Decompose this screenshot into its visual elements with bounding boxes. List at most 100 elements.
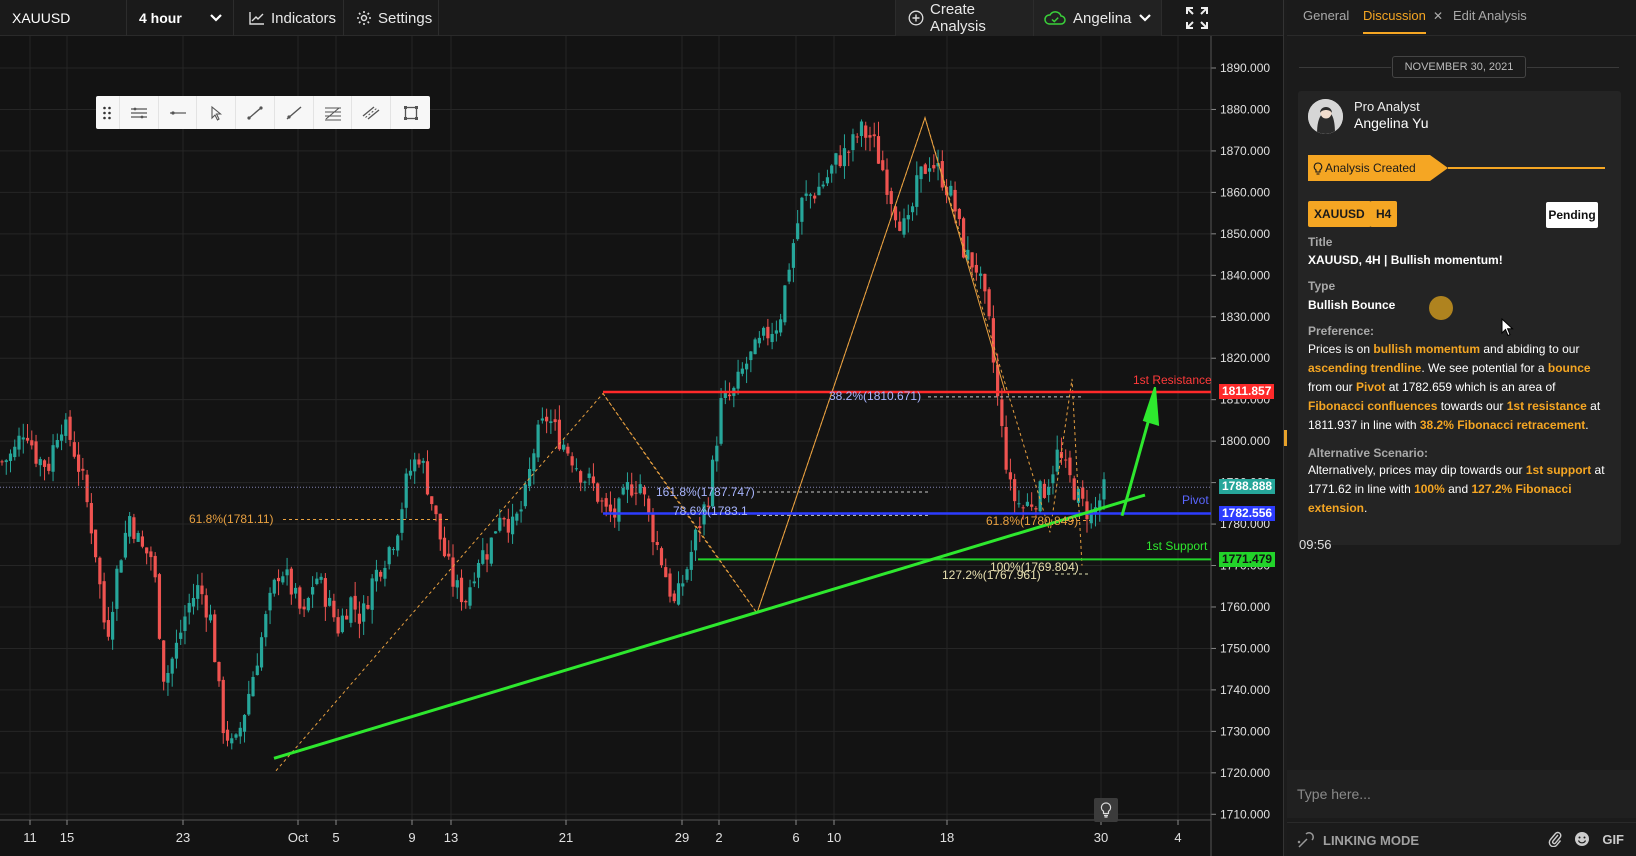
candle-body: [898, 221, 902, 231]
paperclip-icon[interactable]: [1548, 831, 1562, 847]
tab-discussion[interactable]: Discussion: [1363, 0, 1426, 34]
candle-body: [549, 421, 553, 424]
fullscreen-button[interactable]: [1162, 0, 1232, 36]
horizontal-ray-tool-icon[interactable]: [159, 96, 198, 129]
candle-body: [834, 153, 838, 165]
avatar: [1308, 99, 1343, 134]
candle-body: [813, 195, 817, 199]
candle-body: [13, 446, 17, 458]
tab-edit-analysis[interactable]: Edit Analysis: [1453, 0, 1527, 36]
channel-tool-icon[interactable]: [352, 96, 392, 129]
candle-body: [468, 587, 472, 606]
candle-body: [932, 165, 936, 169]
create-analysis-button[interactable]: Create Analysis: [895, 0, 1034, 36]
symbol-selector[interactable]: XAUUSD: [0, 0, 127, 36]
price-chart[interactable]: 1890.000 1880.000 1870.000 1860.000 1850.000…: [0, 36, 1283, 856]
candle-body: [672, 593, 676, 602]
preference-text: Prices is on bullish momentum and abidin…: [1308, 342, 1601, 432]
last-price-badge: 1788.888: [1219, 479, 1276, 494]
candle-body: [515, 513, 519, 521]
candle-body: [362, 603, 366, 622]
linking-mode-button[interactable]: LINKING MODE: [1297, 831, 1419, 849]
gif-button[interactable]: GIF: [1602, 832, 1624, 847]
candle-body: [906, 215, 910, 220]
candle-body: [451, 557, 455, 587]
x-tick-label: 2: [715, 830, 722, 845]
candle-body: [230, 738, 234, 744]
fib-label: 61.8%(1780.849): [986, 514, 1079, 528]
y-tick-label: 1850.000: [1220, 227, 1270, 241]
y-tick-label: 1760.000: [1220, 600, 1270, 614]
candle-body: [587, 473, 591, 478]
close-tab-icon[interactable]: ✕: [1433, 0, 1443, 36]
indicators-button[interactable]: Indicators: [234, 0, 344, 36]
candle-body: [540, 418, 544, 421]
x-tick-label: Oct: [288, 830, 309, 845]
candle-body: [272, 579, 276, 594]
author-name: Angelina Yu: [1354, 115, 1429, 131]
y-tick-label: 1840.000: [1220, 268, 1270, 282]
candle-body: [608, 504, 613, 512]
x-tick-label: 15: [60, 830, 74, 845]
user-menu[interactable]: Angelina: [1034, 0, 1162, 36]
tab-general[interactable]: General: [1303, 0, 1349, 36]
candle-body: [481, 550, 485, 564]
candle-body: [76, 454, 81, 472]
author-role: Pro Analyst: [1354, 99, 1420, 114]
ray-tool-icon[interactable]: [275, 96, 314, 129]
candle-body: [0, 461, 4, 463]
candle-body: [885, 169, 889, 195]
candle-body: [455, 580, 459, 588]
trendline-tool-icon[interactable]: [236, 96, 275, 129]
cursor-tool-icon[interactable]: [197, 96, 237, 129]
candle-body: [47, 463, 51, 471]
candle-body: [740, 368, 744, 374]
fibonacci-tool-icon[interactable]: [314, 96, 353, 129]
cloud-check-icon: [1044, 11, 1066, 25]
candle-body: [987, 289, 991, 317]
candle-body: [727, 394, 732, 397]
candle-body: [302, 606, 306, 610]
candle-body: [1034, 508, 1038, 510]
candle-body: [268, 592, 272, 611]
idea-button[interactable]: [1094, 798, 1118, 822]
candle-body: [966, 249, 970, 260]
emoji-icon[interactable]: [1574, 831, 1590, 847]
resistance-price-badge: 1811.857: [1219, 384, 1275, 399]
candle-body: [328, 597, 332, 606]
drag-grip-icon[interactable]: [96, 96, 120, 129]
mouse-cursor-icon: [1501, 318, 1514, 337]
y-tick-label: 1870.000: [1220, 144, 1270, 158]
candle-body: [251, 676, 255, 697]
candle-body: [523, 484, 527, 507]
y-tick-label: 1820.000: [1220, 351, 1270, 365]
candle-body: [876, 136, 881, 164]
candle-body: [710, 459, 715, 507]
y-tick-label: 1880.000: [1220, 102, 1270, 116]
candle-body: [421, 460, 425, 463]
settings-button[interactable]: Settings: [344, 0, 439, 36]
candle-body: [111, 611, 115, 640]
x-tick-label: 11: [23, 830, 37, 845]
candle-body: [157, 574, 162, 639]
message-input[interactable]: [1297, 782, 1617, 806]
chart-canvas[interactable]: 1890.000 1880.000 1870.000 1860.000 1850.000…: [0, 36, 1283, 856]
candle-body: [64, 419, 68, 436]
candle-body: [625, 481, 630, 490]
rectangle-tool-icon[interactable]: [391, 96, 430, 129]
candle-body: [830, 165, 834, 174]
title-label: Title: [1308, 235, 1333, 249]
candle-body: [72, 442, 76, 457]
candle-body: [489, 537, 493, 564]
resistance-label: 1st Resistance: [1133, 373, 1212, 387]
support-label: 1st Support: [1146, 539, 1208, 553]
x-tick-label: 21: [559, 830, 573, 845]
candle-body: [370, 578, 374, 610]
status-badge: Pending: [1546, 202, 1598, 228]
candle-body: [847, 151, 851, 153]
candle-body: [570, 456, 574, 466]
horizontal-lines-tool-icon[interactable]: [120, 96, 159, 129]
interval-selector[interactable]: 4 hour: [127, 0, 234, 36]
x-tick-label: 9: [408, 830, 415, 845]
candle-body: [149, 551, 153, 558]
